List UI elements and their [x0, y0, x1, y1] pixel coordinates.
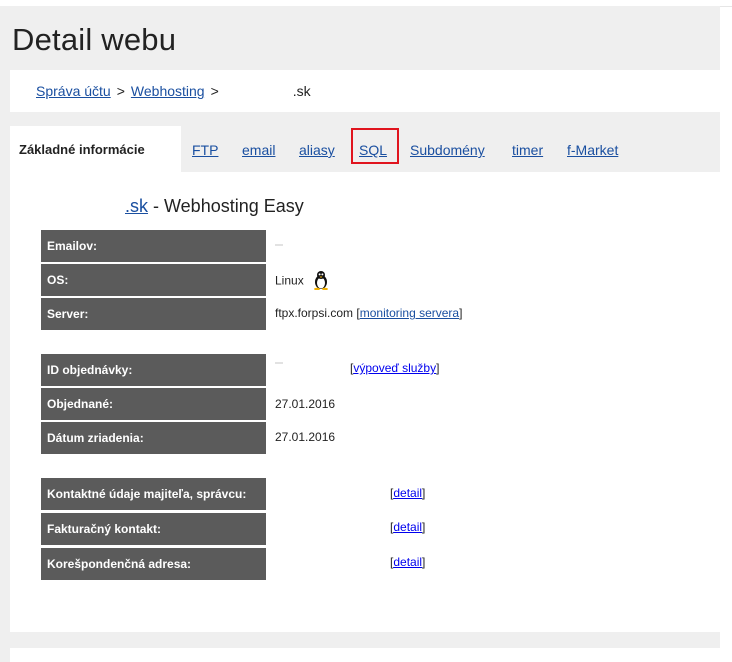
created-date: 27.01.2016 [275, 430, 336, 444]
owner-detail-wrap: [detail] [390, 486, 426, 500]
owner-detail-link[interactable]: detail [393, 486, 422, 500]
tab-email[interactable]: email [242, 142, 275, 158]
breadcrumb-link-account[interactable]: Správa účtu [36, 83, 111, 99]
row-label-owner-contact: Kontaktné údaje majiteľa, správcu: [41, 478, 266, 510]
breadcrumb-current: .sk [292, 83, 311, 99]
content-panel: .sk - Webhosting Easy Emailov: OS: Linux… [10, 172, 720, 632]
row-label-order-id: ID objednávky: [41, 354, 266, 386]
ordered-date: 27.01.2016 [275, 397, 336, 411]
tab-subdomains[interactable]: Subdomény [410, 142, 485, 158]
row-label-server: Server: [41, 298, 266, 330]
tab-ftp[interactable]: FTP [192, 142, 218, 158]
os-name: Linux [275, 273, 304, 288]
redacted-value [275, 362, 283, 364]
row-label-created: Dátum zriadenia: [41, 422, 266, 454]
breadcrumb-bar: Správa účtu > Webhosting > .sk [10, 70, 720, 112]
cancel-service-link[interactable]: výpoveď služby [353, 361, 436, 375]
redacted-value [275, 244, 283, 246]
page-title: Detail webu [12, 22, 177, 57]
billing-detail-link[interactable]: detail [393, 520, 422, 534]
tab-sql[interactable]: SQL [359, 142, 387, 158]
server-host: ftpx.forpsi.com [275, 306, 354, 320]
tab-bar: Základné informácie FTP email aliasy SQL… [10, 126, 720, 172]
row-label-emails: Emailov: [41, 230, 266, 262]
tab-f-market[interactable]: f-Market [567, 142, 618, 158]
heading-suffix: - Webhosting Easy [148, 196, 304, 216]
tab-aliasy[interactable]: aliasy [299, 142, 335, 158]
os-value: Linux [275, 270, 329, 293]
billing-detail-wrap: [detail] [390, 520, 426, 534]
breadcrumb-separator: > [116, 83, 125, 99]
server-value: ftpx.forpsi.com [monitoring servera] [275, 306, 463, 320]
tux-penguin-icon [313, 270, 329, 293]
row-label-os: OS: [41, 264, 266, 296]
domain-link[interactable]: .sk [125, 196, 148, 216]
breadcrumb-link-webhosting[interactable]: Webhosting [131, 83, 205, 99]
tab-timer[interactable]: timer [512, 142, 543, 158]
tab-basic-info[interactable]: Základné informácie [10, 126, 181, 172]
row-label-ordered: Objednané: [41, 388, 266, 420]
mailing-detail-link[interactable]: detail [393, 555, 422, 569]
breadcrumb: Správa účtu > Webhosting > .sk [36, 83, 311, 99]
breadcrumb-separator: > [210, 83, 219, 99]
mailing-detail-wrap: [detail] [390, 555, 426, 569]
row-label-mailing-address: Korešpondenčná adresa: [41, 548, 266, 580]
bottom-bar [10, 648, 720, 662]
cancel-service-link-wrap: [výpoveď služby] [350, 361, 440, 375]
webhosting-heading: .sk - Webhosting Easy [125, 196, 304, 217]
monitoring-link[interactable]: monitoring servera [360, 306, 459, 320]
row-label-billing-contact: Fakturačný kontakt: [41, 513, 266, 545]
